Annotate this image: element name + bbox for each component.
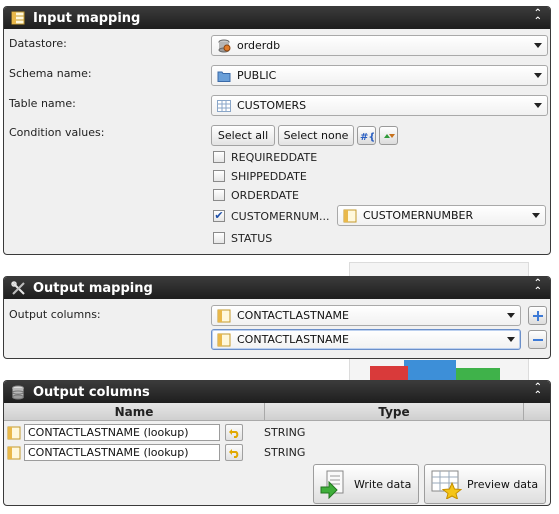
condition-label: STATUS: [231, 231, 273, 245]
table-icon: [10, 10, 26, 26]
condition-shippeddate[interactable]: SHIPPEDDATE: [213, 168, 307, 184]
checkbox[interactable]: [213, 232, 225, 244]
write-data-icon: [318, 468, 350, 500]
column-icon: [7, 446, 21, 460]
condition-customernumber[interactable]: ✔ CUSTOMERNUM...: [213, 208, 329, 224]
output-mapping-panel: Output mapping ⌃ ⌃ Output columns: CONTAC…: [3, 276, 551, 359]
background-cube-blue: [404, 360, 456, 382]
output-column-select-1[interactable]: CONTACTLASTNAME: [211, 305, 521, 326]
output-columns-header: Output columns ⌃ ⌃: [4, 381, 550, 403]
column-type: STRING: [264, 426, 306, 439]
preview-data-label: Preview data: [467, 477, 539, 491]
columns-grid-header: Name Type: [4, 403, 550, 421]
datastore-select[interactable]: orderdb: [211, 35, 548, 56]
table-label: Table name:: [9, 97, 76, 110]
column-value: CONTACTLASTNAME: [237, 333, 349, 346]
datastore-value: orderdb: [237, 39, 281, 52]
column-name-input[interactable]: CONTACTLASTNAME (lookup): [24, 424, 220, 441]
schema-label: Schema name:: [9, 67, 92, 80]
undo-icon[interactable]: [225, 424, 243, 441]
panel-title: Input mapping: [33, 10, 141, 26]
panel-title: Output mapping: [33, 280, 153, 296]
condition-label: CUSTOMERNUM...: [231, 209, 330, 223]
mapped-value: CUSTOMERNUMBER: [363, 209, 474, 222]
panel-title: Output columns: [33, 384, 150, 400]
table-select[interactable]: CUSTOMERS: [211, 95, 548, 116]
chevron-down-icon: [534, 103, 542, 108]
column-divider: [523, 403, 524, 421]
select-all-button[interactable]: Select all: [211, 125, 275, 146]
output-columns-label: Output columns:: [9, 308, 101, 321]
schema-value: PUBLIC: [237, 69, 277, 82]
table-value: CUSTOMERS: [237, 99, 307, 112]
checkbox-checked[interactable]: ✔: [213, 210, 225, 222]
column-name-input[interactable]: CONTACTLASTNAME (lookup): [24, 444, 220, 461]
select-none-button[interactable]: Select none: [278, 125, 354, 146]
svg-text:#{}: #{}: [360, 132, 374, 142]
preview-data-button[interactable]: Preview data: [424, 464, 546, 504]
column-icon: [7, 426, 21, 440]
name-column-header[interactable]: Name: [4, 405, 264, 419]
tools-icon: [10, 280, 26, 296]
collapse-icon[interactable]: ⌃ ⌃: [534, 279, 542, 297]
checkbox[interactable]: [213, 151, 225, 163]
database-icon: [216, 39, 232, 53]
checkbox[interactable]: [213, 170, 225, 182]
collapse-icon[interactable]: ⌃ ⌃: [534, 9, 542, 27]
output-column-select-2[interactable]: CONTACTLASTNAME: [211, 329, 521, 350]
chevron-down-icon: [534, 73, 542, 78]
schema-select[interactable]: PUBLIC: [211, 65, 548, 86]
output-mapping-header: Output mapping ⌃ ⌃: [4, 277, 550, 299]
folder-icon: [216, 69, 232, 83]
input-mapping-panel: Input mapping ⌃ ⌃ Datastore: orderdb Sche…: [3, 6, 551, 255]
condition-label: REQUIREDDATE: [231, 150, 318, 164]
expression-icon[interactable]: #{}: [357, 126, 376, 145]
datastore-label: Datastore:: [9, 37, 67, 50]
column-icon: [216, 309, 232, 323]
chevron-down-icon: [532, 213, 540, 218]
chevron-down-icon: [507, 313, 515, 318]
customernumber-mapping-select[interactable]: CUSTOMERNUMBER: [337, 205, 546, 226]
condition-status[interactable]: STATUS: [213, 230, 272, 246]
add-icon[interactable]: [528, 306, 547, 325]
chevron-down-icon: [534, 43, 542, 48]
table-row: CONTACTLASTNAME (lookup) STRING: [4, 423, 550, 443]
chevron-down-icon: [507, 337, 515, 342]
condition-orderdate[interactable]: ORDERDATE: [213, 187, 299, 203]
condition-label: ORDERDATE: [231, 188, 299, 202]
table-row: CONTACTLASTNAME (lookup) STRING: [4, 443, 550, 463]
remove-icon[interactable]: [528, 330, 547, 349]
preview-data-icon: [429, 468, 463, 500]
database-icon: [10, 384, 26, 400]
column-icon: [216, 333, 232, 347]
column-icon: [342, 209, 358, 223]
input-mapping-header: Input mapping ⌃ ⌃: [4, 7, 550, 29]
write-data-label: Write data: [354, 477, 412, 491]
output-columns-panel: Output columns ⌃ ⌃ Name Type CONTACTLASTN…: [3, 380, 551, 506]
collapse-icon[interactable]: ⌃ ⌃: [534, 383, 542, 401]
column-type: STRING: [264, 446, 306, 459]
column-value: CONTACTLASTNAME: [237, 309, 349, 322]
condition-label: SHIPPEDDATE: [231, 169, 307, 183]
checkbox[interactable]: [213, 189, 225, 201]
undo-icon[interactable]: [225, 444, 243, 461]
type-column-header[interactable]: Type: [265, 405, 523, 419]
swap-icon[interactable]: [379, 126, 398, 145]
write-data-button[interactable]: Write data: [313, 464, 419, 504]
condition-values-label: Condition values:: [9, 126, 105, 139]
table-grid-icon: [216, 99, 232, 113]
condition-requireddate[interactable]: REQUIREDDATE: [213, 149, 317, 165]
